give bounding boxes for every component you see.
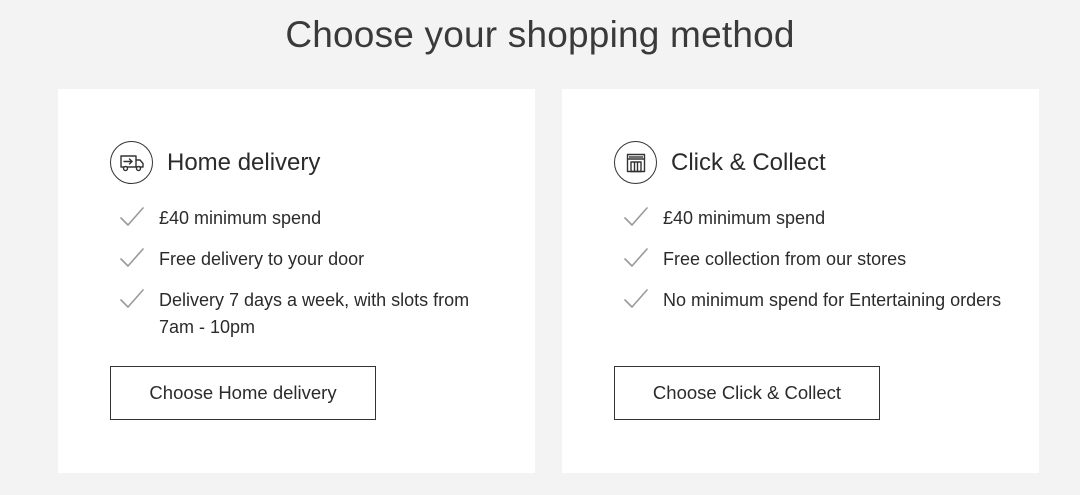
feature-list: £40 minimum spend Free delivery to your … <box>118 205 498 355</box>
list-item: No minimum spend for Entertaining orders <box>622 287 1002 314</box>
feature-list: £40 minimum spend Free collection from o… <box>622 205 1002 328</box>
home-delivery-card: Home delivery £40 minimum spend Free del… <box>58 89 535 473</box>
store-front-icon <box>614 141 657 184</box>
checkmark-icon <box>120 207 144 226</box>
list-item: Free collection from our stores <box>622 246 1002 273</box>
feature-text: £40 minimum spend <box>159 208 322 228</box>
feature-text: Free collection from our stores <box>663 249 907 269</box>
click-and-collect-card: Click & Collect £40 minimum spend Free c… <box>562 89 1039 473</box>
feature-text: Delivery 7 days a week, with slots from … <box>159 290 470 337</box>
checkmark-icon <box>120 248 144 267</box>
card-header: Click & Collect <box>614 141 826 184</box>
feature-text: No minimum spend for Entertaining orders <box>663 290 1002 310</box>
feature-text: Free delivery to your door <box>159 249 365 269</box>
checkmark-icon <box>624 248 648 267</box>
list-item: Delivery 7 days a week, with slots from … <box>118 287 498 341</box>
list-item: £40 minimum spend <box>118 205 498 232</box>
checkmark-icon <box>120 289 144 308</box>
choose-home-delivery-button[interactable]: Choose Home delivery <box>110 366 376 420</box>
card-title: Click & Collect <box>671 148 826 176</box>
list-item: Free delivery to your door <box>118 246 498 273</box>
feature-text: £40 minimum spend <box>663 208 826 228</box>
choose-click-and-collect-button[interactable]: Choose Click & Collect <box>614 366 880 420</box>
delivery-van-icon <box>110 141 153 184</box>
card-header: Home delivery <box>110 141 320 184</box>
checkmark-icon <box>624 207 648 226</box>
page-title: Choose your shopping method <box>285 14 795 55</box>
checkmark-icon <box>624 289 648 308</box>
list-item: £40 minimum spend <box>622 205 1002 232</box>
card-title: Home delivery <box>167 148 321 176</box>
